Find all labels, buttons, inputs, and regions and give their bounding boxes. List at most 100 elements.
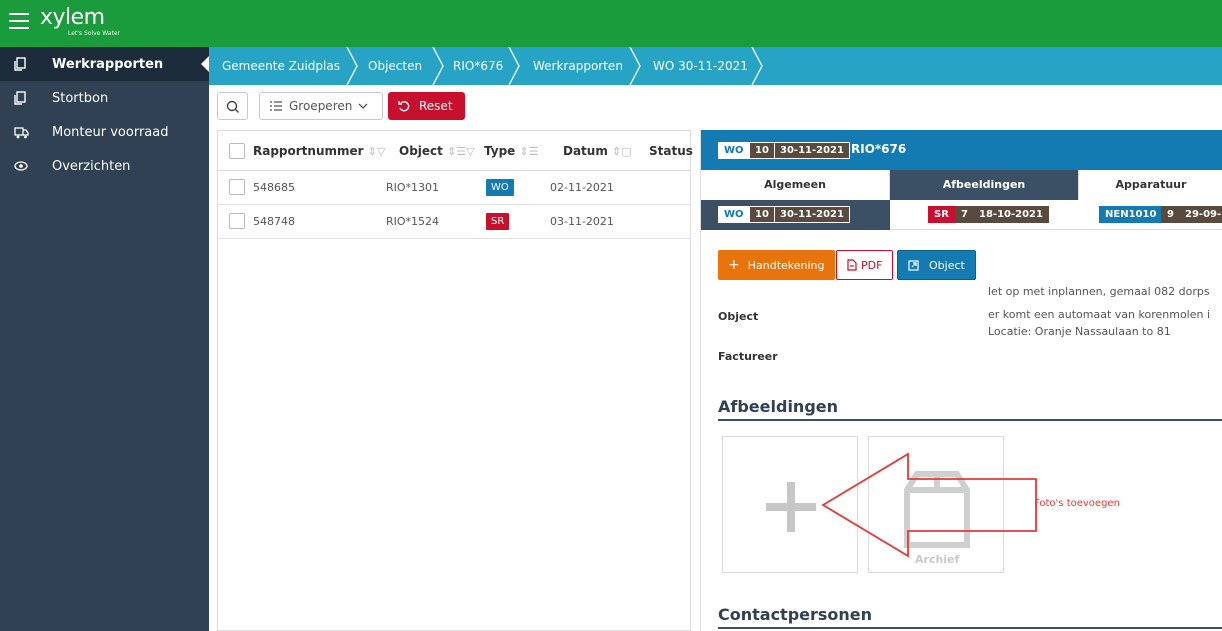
chevron-right-icon <box>508 47 520 85</box>
signature-button-label: Handtekening <box>747 258 825 272</box>
header-number-badge: 10 <box>749 142 775 159</box>
brand-name: xylem <box>40 5 105 30</box>
sort-filter-icon: ⇕☰ <box>519 145 539 158</box>
header-object: RIO*676 <box>851 142 907 156</box>
column-type[interactable]: Type ⇕☰ <box>484 144 539 158</box>
reset-button-label: Reset <box>419 99 453 113</box>
annotation-arrow-icon <box>821 452 1037 558</box>
sidebar-item-label: Stortbon <box>52 90 109 106</box>
add-signature-button[interactable]: + Handtekening <box>718 250 835 280</box>
pdf-file-icon <box>847 259 857 271</box>
tab-algemeen[interactable]: Algemeen <box>701 170 890 200</box>
annotation-label: Foto's toevoegen <box>1034 498 1120 509</box>
factureer-label: Factureer <box>718 350 778 363</box>
copy-icon <box>0 91 52 105</box>
sidebar-item-stortbon[interactable]: Stortbon <box>0 81 209 115</box>
contacts-section-title: Contactpersonen <box>718 605 873 624</box>
subtab-type-badge: WO <box>718 206 750 223</box>
cell-datum: 03-11-2021 <box>550 215 614 228</box>
object-button-label: Object <box>929 258 965 272</box>
cell-rapportnummer: 548685 <box>253 181 295 194</box>
column-status[interactable]: Status <box>649 144 693 158</box>
cell-object: RIO*1524 <box>386 215 440 228</box>
truck-icon <box>0 126 52 139</box>
top-bar: xylem Let's Solve Water <box>0 0 1222 47</box>
tab-afbeeldingen[interactable]: Afbeeldingen <box>890 170 1079 200</box>
subtab-nen1010[interactable]: NEN1010 9 29-09- <box>1079 200 1222 230</box>
copy-icon <box>0 57 52 71</box>
column-datum[interactable]: Datum ⇕▢ <box>563 144 632 158</box>
section-divider <box>718 627 1222 629</box>
eye-icon <box>0 161 52 171</box>
pdf-button-label: PDF <box>861 258 883 272</box>
subtab-number-badge: 7 <box>955 206 974 223</box>
column-rapportnummer[interactable]: Rapportnummer ⇕▽ <box>253 144 385 158</box>
sidebar: Werkrapporten Stortbon Monteur voorraad … <box>0 47 209 631</box>
sidebar-item-monteur-voorraad[interactable]: Monteur voorraad <box>0 115 209 149</box>
open-object-button[interactable]: Object <box>897 250 976 280</box>
cell-rapportnummer: 548748 <box>253 215 295 228</box>
subtab-type-badge: SR <box>928 206 955 223</box>
group-button-label: Groeperen <box>289 99 353 113</box>
object-note-line-2: er komt een automaat van korenmolen i <box>988 308 1211 321</box>
undo-icon <box>398 101 410 112</box>
sidebar-item-label: Monteur voorraad <box>52 124 169 140</box>
sort-calendar-icon: ⇕▢ <box>612 145 632 158</box>
pdf-button[interactable]: PDF <box>836 250 894 280</box>
breadcrumb-gemeente[interactable]: Gemeente Zuidplas <box>222 47 340 85</box>
table-row[interactable]: 548748 RIO*1524 SR 03-11-2021 <box>218 205 690 239</box>
section-divider <box>718 419 1222 421</box>
breadcrumb: Gemeente Zuidplas Objecten RIO*676 Werkr… <box>209 47 1222 85</box>
chevron-right-icon <box>432 47 444 85</box>
header-date-badge: 30-11-2021 <box>774 142 850 159</box>
sidebar-item-werkrapporten[interactable]: Werkrapporten <box>0 47 209 81</box>
list-icon <box>270 101 282 111</box>
chevron-right-icon <box>629 47 641 85</box>
sidebar-item-label: Overzichten <box>52 158 131 174</box>
chevron-down-icon <box>358 103 368 109</box>
plus-icon: + <box>728 257 740 273</box>
search-icon <box>226 100 239 113</box>
sidebar-item-label: Werkrapporten <box>52 56 164 72</box>
xylem-logo: xylem Let's Solve Water <box>40 5 120 38</box>
object-label: Object <box>718 310 759 323</box>
table-header: Rapportnummer ⇕▽ Object ⇕☰▽ Type ⇕☰ Datu… <box>218 131 693 171</box>
table-row[interactable]: 548685 RIO*1301 WO 02-11-2021 <box>218 171 690 205</box>
object-location: Locatie: Oranje Nassaulaan to 81 <box>988 325 1171 338</box>
sort-filter-icon: ⇕▽ <box>367 145 386 158</box>
group-button[interactable]: Groeperen <box>259 92 383 120</box>
sort-filter-icon: ⇕☰▽ <box>447 145 475 158</box>
row-checkbox[interactable] <box>229 213 245 229</box>
detail-panel: WO 10 30-11-2021 RIO*676 Algemeen Afbeel… <box>700 130 1222 631</box>
chevron-right-icon <box>751 47 763 85</box>
cell-object: RIO*1301 <box>386 181 440 194</box>
subtab-date-badge: 18-10-2021 <box>973 206 1049 223</box>
sidebar-item-overzichten[interactable]: Overzichten <box>0 149 209 183</box>
column-object[interactable]: Object ⇕☰▽ <box>399 144 475 158</box>
breadcrumb-objecten[interactable]: Objecten <box>368 47 422 85</box>
brand-tagline: Let's Solve Water <box>68 30 120 37</box>
subtab-type-badge: NEN1010 <box>1099 206 1163 223</box>
row-checkbox[interactable] <box>229 179 245 195</box>
header-type-badge: WO <box>718 142 750 159</box>
type-badge: WO <box>486 179 514 196</box>
subtab-sr[interactable]: SR 7 18-10-2021 <box>890 200 1079 230</box>
subtab-number-badge: 9 <box>1161 206 1180 223</box>
type-badge: SR <box>486 213 510 230</box>
breadcrumb-object[interactable]: RIO*676 <box>453 47 503 85</box>
object-note-line-1: let op met inplannen, gemaal 082 dorps <box>988 285 1210 298</box>
reset-button[interactable]: Reset <box>388 92 465 120</box>
detail-tabs: Algemeen Afbeeldingen Apparatuur <box>701 170 1222 200</box>
search-button[interactable] <box>217 92 248 120</box>
hamburger-menu-icon[interactable] <box>9 13 29 31</box>
images-section-title: Afbeeldingen <box>718 397 839 416</box>
external-link-icon <box>908 259 919 271</box>
tab-apparatuur[interactable]: Apparatuur <box>1079 170 1222 200</box>
subtab-wo[interactable]: WO 10 30-11-2021 <box>701 200 890 230</box>
subtab-number-badge: 10 <box>749 206 775 223</box>
select-all-checkbox[interactable] <box>229 143 245 159</box>
breadcrumb-werkrapporten[interactable]: Werkrapporten <box>533 47 623 85</box>
chevron-right-icon <box>346 47 358 85</box>
subtab-date-badge: 29-09- <box>1179 206 1222 223</box>
reports-table: Rapportnummer ⇕▽ Object ⇕☰▽ Type ⇕☰ Datu… <box>217 130 693 631</box>
